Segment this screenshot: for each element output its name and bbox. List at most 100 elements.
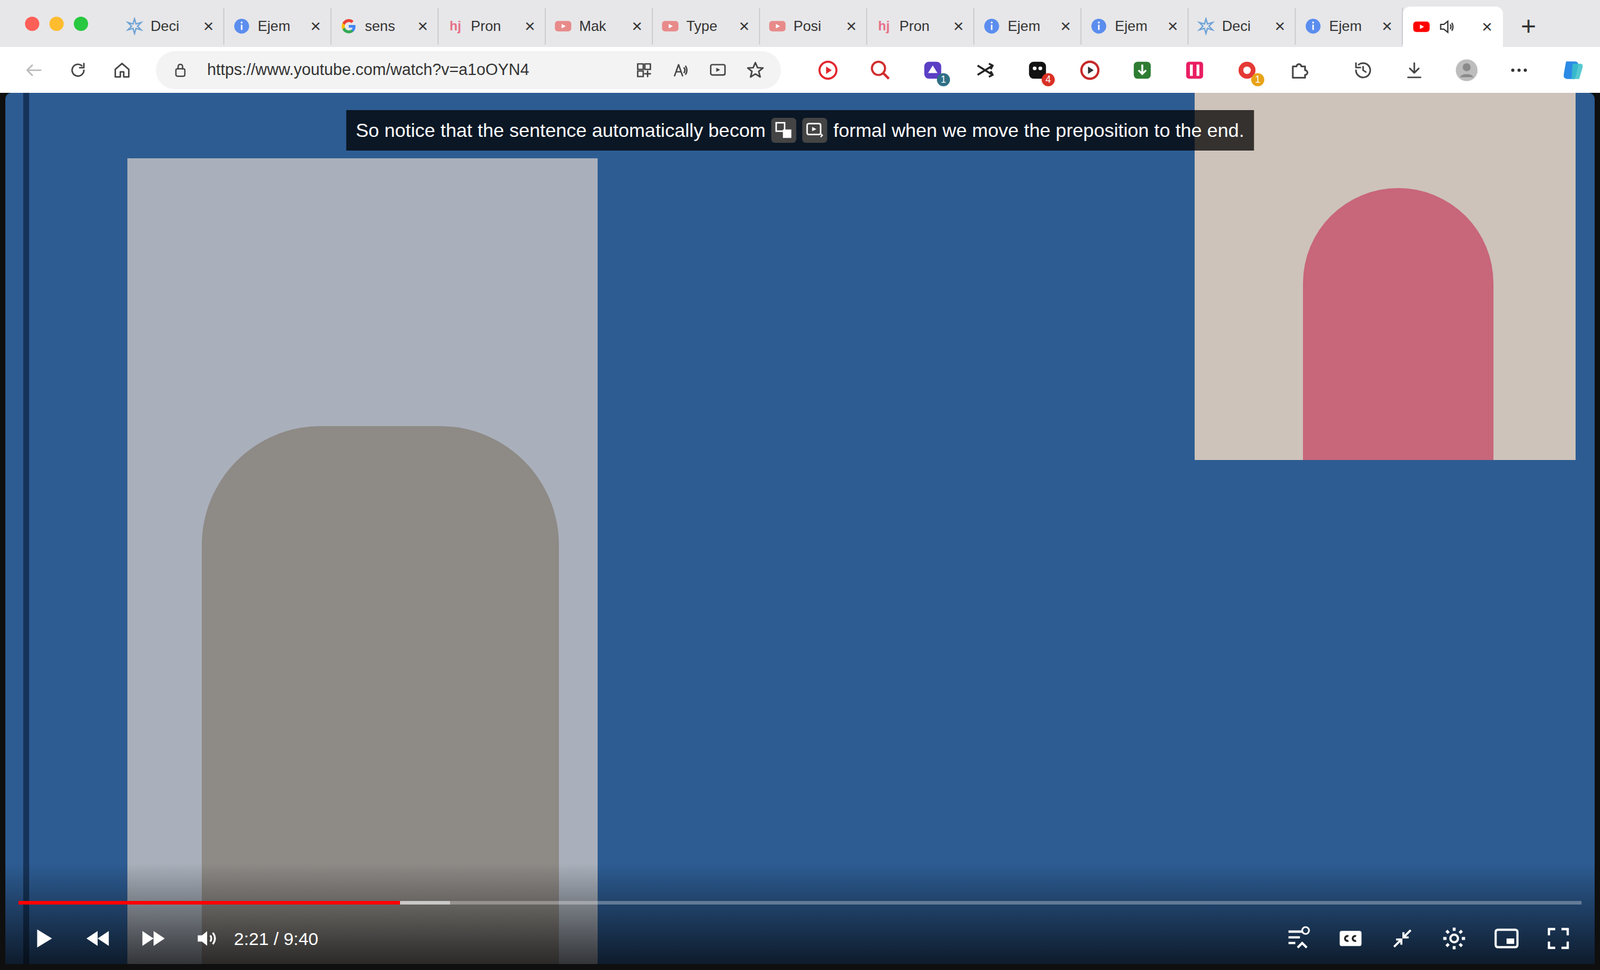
rewind-icon[interactable] <box>82 923 113 954</box>
minimize-window-button[interactable] <box>49 16 64 31</box>
tab-close-button[interactable]: × <box>1273 17 1287 36</box>
tab-close-button[interactable]: × <box>1058 17 1073 36</box>
control-row: 2:21 / 9:40 <box>18 917 1582 960</box>
tab-label: Pron <box>470 15 517 37</box>
close-window-button[interactable] <box>25 16 40 31</box>
tab-label: Ejem <box>257 15 302 37</box>
green-icon[interactable] <box>1130 58 1154 82</box>
video-tools-icon[interactable] <box>802 117 828 143</box>
caption-text: So notice that the sentence automaticall… <box>355 116 766 145</box>
youtube-icon <box>554 17 573 36</box>
tab-label: Ejem <box>1329 15 1374 37</box>
extension-button[interactable]: 1 <box>1235 58 1259 82</box>
address-bar[interactable]: https://www.youtube.com/watch?v=a1oOYN4 <box>155 51 781 90</box>
browser-tab[interactable]: sens × <box>331 7 439 45</box>
info-icon <box>1089 17 1108 36</box>
reload-icon[interactable] <box>67 60 89 81</box>
extension-button[interactable] <box>869 58 892 82</box>
browser-tab[interactable]: × <box>1402 6 1503 48</box>
profile-icon[interactable] <box>1454 58 1479 83</box>
time-display: 2:21 / 9:40 <box>233 925 319 953</box>
zoom-icon[interactable] <box>869 58 892 82</box>
read-aloud-icon[interactable] <box>671 60 691 80</box>
tab-close-button[interactable]: × <box>308 17 323 36</box>
extension-button[interactable] <box>973 58 997 82</box>
miniplayer-icon[interactable] <box>1493 925 1520 952</box>
youtube-icon <box>661 17 680 36</box>
picture-in-picture-icon[interactable] <box>771 117 797 143</box>
tab-close-button[interactable]: × <box>416 17 430 36</box>
back-arrow-icon[interactable] <box>23 60 45 81</box>
extension-button[interactable] <box>816 58 840 82</box>
tab-close-button[interactable]: × <box>523 17 537 36</box>
play-icon[interactable] <box>29 925 57 953</box>
extension-button[interactable]: 1 <box>921 58 945 82</box>
tab-close-button[interactable]: × <box>1380 17 1394 36</box>
extension-button[interactable] <box>1183 58 1206 82</box>
browser-tab[interactable]: Type × <box>652 7 761 45</box>
progress-track[interactable] <box>18 901 1582 905</box>
extension-button[interactable]: 4 <box>1026 58 1049 82</box>
browser-tab[interactable]: Posi× <box>760 7 868 45</box>
extensions: 1 4 1 <box>816 58 1311 82</box>
browser-tab[interactable]: Ejem× <box>1081 7 1189 45</box>
browser-tab[interactable]: hjPron× <box>438 7 546 45</box>
browser-tab[interactable]: Deci× <box>117 7 225 45</box>
tab-close-button[interactable]: × <box>630 17 644 36</box>
pink-icon[interactable] <box>1183 58 1206 82</box>
apps-icon[interactable] <box>634 60 654 80</box>
extension-button[interactable] <box>1288 58 1311 82</box>
ai-icon <box>125 17 144 36</box>
ai-icon <box>1197 17 1215 36</box>
info-icon <box>232 17 251 36</box>
redring-icon[interactable] <box>1078 58 1102 82</box>
browser-tab[interactable]: Mak × <box>545 7 653 45</box>
tab-close-button[interactable]: × <box>1166 17 1180 36</box>
tab-label: Type <box>686 15 731 37</box>
url-text[interactable]: https://www.youtube.com/watch?v=a1oOYN4 <box>207 57 617 83</box>
tab-close-button[interactable]: × <box>201 17 215 36</box>
tab-close-button[interactable]: × <box>737 17 751 36</box>
zoom-window-button[interactable] <box>73 16 89 31</box>
new-tab-button[interactable]: + <box>1520 7 1537 45</box>
tab-label: Mak <box>579 15 624 37</box>
home-icon[interactable] <box>111 60 133 81</box>
video-icon[interactable] <box>708 60 728 80</box>
volume-icon[interactable] <box>194 926 220 952</box>
extension-badge: 1 <box>1251 73 1265 87</box>
video-frame[interactable]: So notice that the sentence automaticall… <box>5 92 1595 965</box>
hj-icon: hj <box>875 17 893 35</box>
browser-tab[interactable]: Deci × <box>1188 7 1296 45</box>
copilot-icon[interactable] <box>1559 57 1586 84</box>
browser-tab[interactable]: hjPron× <box>867 7 975 45</box>
fullscreen-icon[interactable] <box>1545 926 1571 952</box>
shuffle-icon[interactable] <box>973 58 997 82</box>
tab-close-button[interactable]: × <box>951 17 965 36</box>
more-options-icon[interactable] <box>1508 59 1530 81</box>
captions-icon[interactable] <box>1337 925 1364 952</box>
fast-forward-icon[interactable] <box>138 923 169 954</box>
history-icon[interactable] <box>1352 59 1374 81</box>
speaker-icon[interactable] <box>1437 17 1457 37</box>
exit-theater-icon[interactable] <box>1389 926 1415 952</box>
extension-badge: 4 <box>1041 73 1055 87</box>
tab-label: Deci <box>1222 15 1267 37</box>
puzzle-icon[interactable] <box>1288 58 1311 82</box>
favorite-star-icon[interactable] <box>745 60 766 81</box>
tab-label: sens <box>364 15 409 37</box>
tab-close-button[interactable]: × <box>844 17 858 36</box>
autoplay-settings-icon[interactable] <box>1283 925 1312 953</box>
youtube-icon <box>1412 17 1431 36</box>
record-icon[interactable] <box>816 58 840 82</box>
download-icon[interactable] <box>1403 59 1425 81</box>
settings-gear-icon[interactable] <box>1441 925 1468 952</box>
window-controls <box>0 0 118 48</box>
extension-button[interactable] <box>1130 58 1154 82</box>
browser-tab[interactable]: Ejem × <box>224 7 332 45</box>
youtube-icon <box>768 17 787 36</box>
extension-button[interactable] <box>1078 58 1102 82</box>
browser-tab[interactable]: Ejem× <box>974 7 1082 45</box>
tab-close-button[interactable]: × <box>1480 17 1494 36</box>
caption-text: formal when we move the preposition to t… <box>833 116 1245 145</box>
browser-tab[interactable]: Ejem × <box>1295 7 1403 45</box>
